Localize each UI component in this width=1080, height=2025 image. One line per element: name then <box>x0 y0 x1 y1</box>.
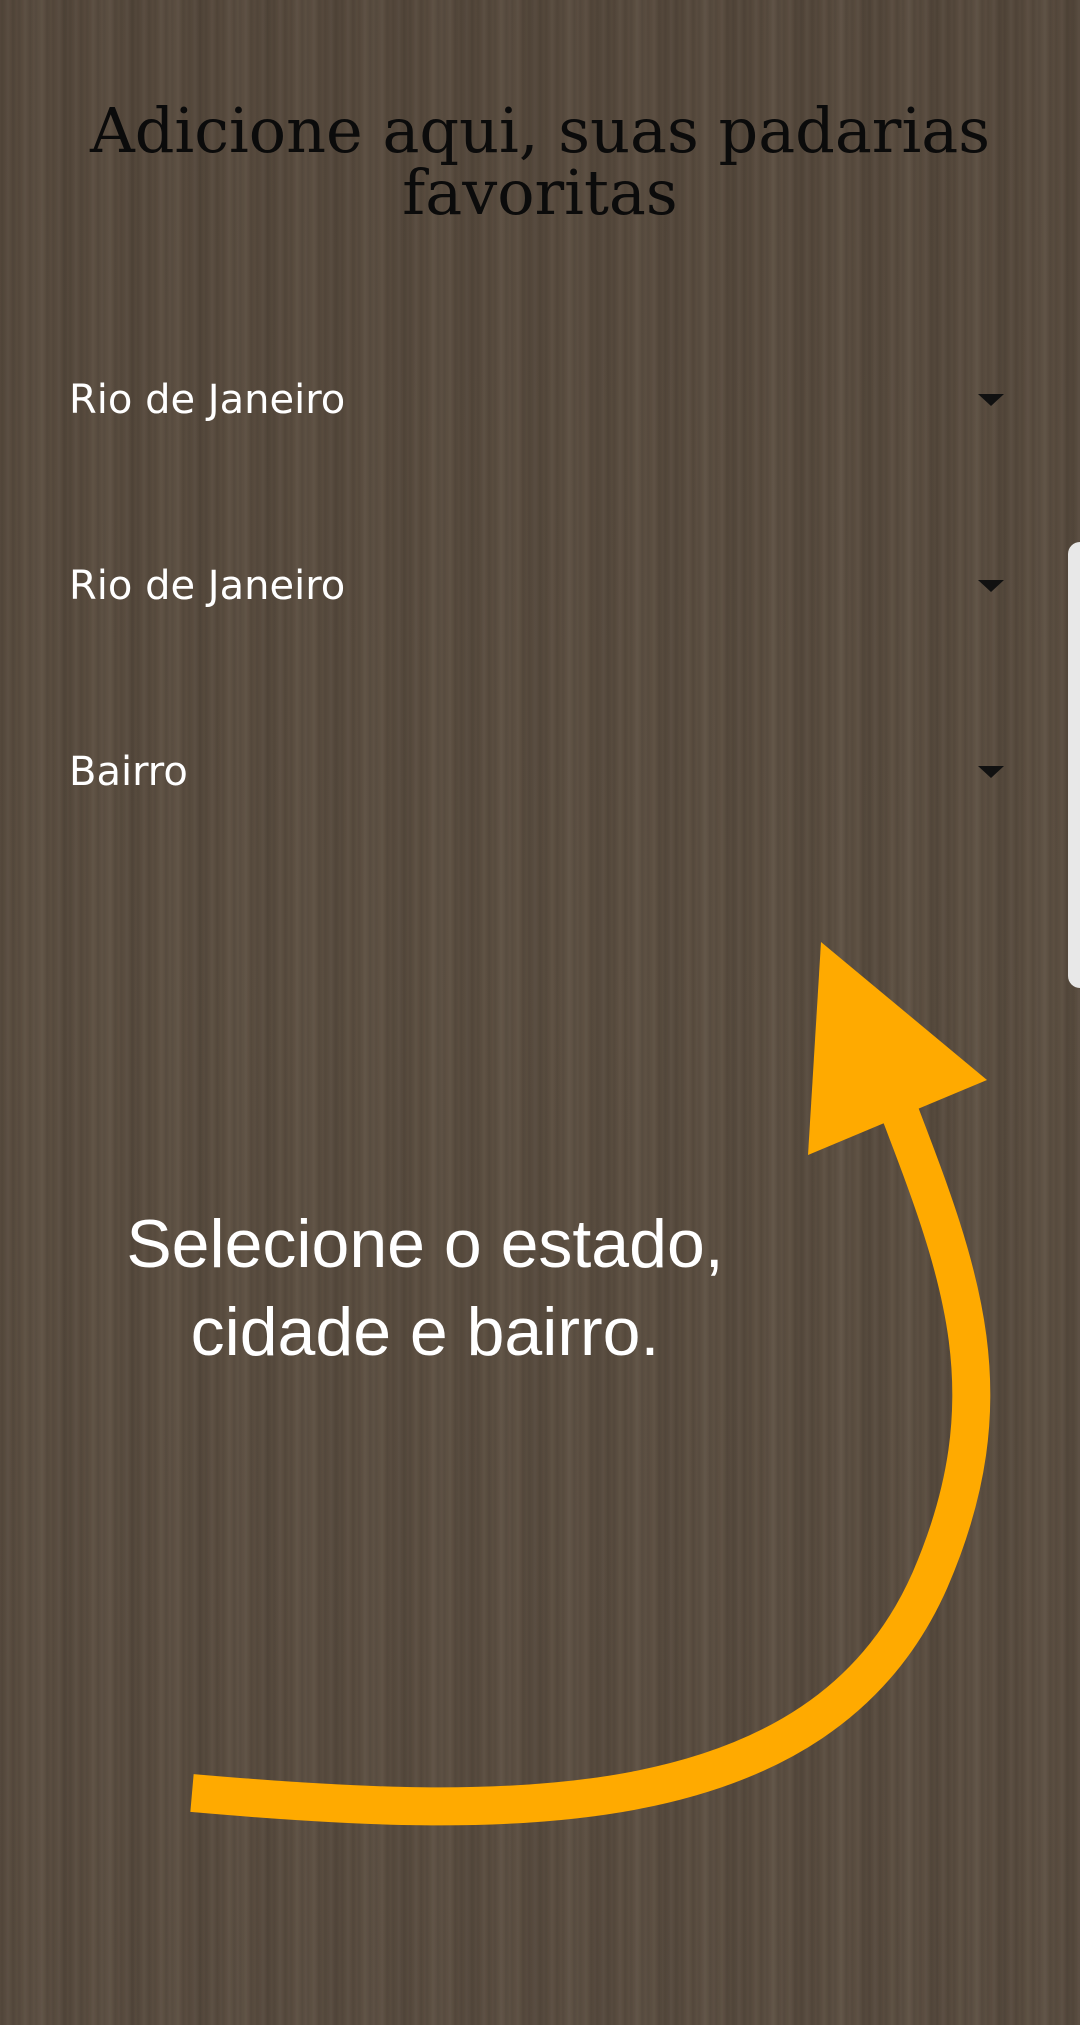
hint-text: Selecione o estado, cidade e bairro. <box>70 1200 780 1376</box>
hint-line-1: Selecione o estado, <box>126 1206 724 1282</box>
curved-arrow-icon <box>190 942 991 1826</box>
hint-line-2: cidade e bairro. <box>190 1294 660 1370</box>
